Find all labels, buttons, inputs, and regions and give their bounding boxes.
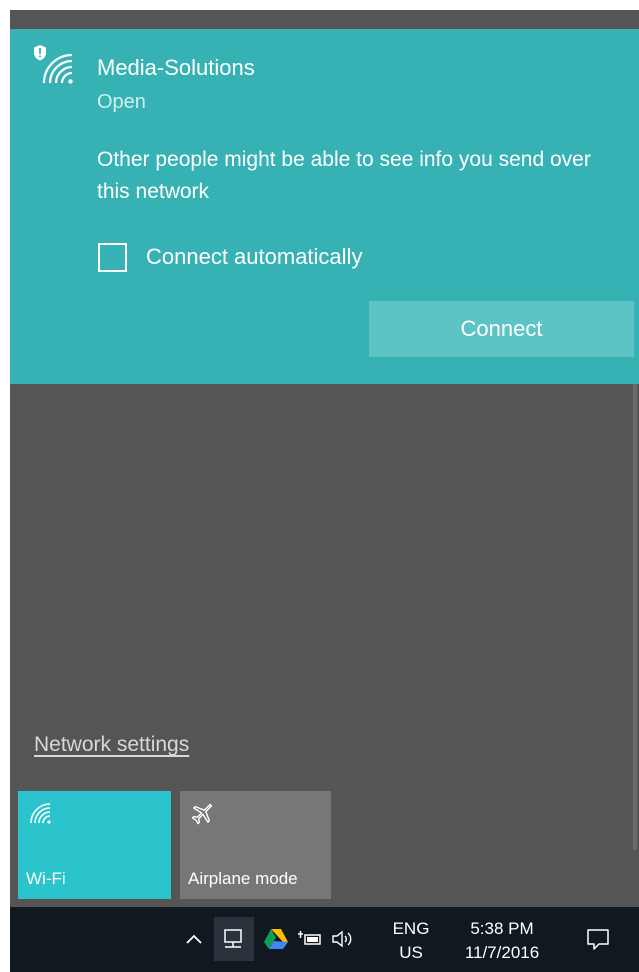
- network-settings-link[interactable]: Network settings: [34, 733, 189, 757]
- clock-time: 5:38 PM: [470, 919, 534, 938]
- google-drive-tray-button[interactable]: [261, 925, 291, 953]
- action-center-icon: [587, 929, 609, 950]
- airplane-mode-tile-label: Airplane mode: [188, 869, 298, 888]
- connect-automatically-checkbox[interactable]: Connect automatically: [98, 241, 362, 273]
- connect-automatically-label: Connect automatically: [146, 244, 363, 269]
- wifi-tile-label: Wi-Fi: [26, 869, 66, 888]
- taskbar: ENG US 5:38 PM 11/7/2016: [10, 907, 639, 972]
- checkbox-box[interactable]: [98, 242, 127, 272]
- wifi-secure-icon: [34, 45, 73, 84]
- network-icon: [224, 929, 242, 948]
- network-status: Open: [97, 91, 146, 113]
- clock[interactable]: 5:38 PM 11/7/2016: [456, 917, 548, 965]
- action-center-button[interactable]: [580, 921, 616, 957]
- connect-button[interactable]: Connect: [369, 301, 634, 357]
- network-flyout: Media-Solutions Open Other people might …: [10, 10, 639, 907]
- chevron-up-icon: [186, 934, 202, 944]
- volume-tray-button[interactable]: [328, 925, 358, 953]
- airplane-icon: [191, 803, 213, 825]
- volume-icon: [332, 930, 352, 948]
- wifi-icon: [30, 803, 51, 824]
- wifi-tile[interactable]: Wi-Fi: [18, 791, 171, 899]
- clock-date: 11/7/2016: [464, 943, 540, 962]
- language-region: US: [399, 943, 423, 962]
- battery-icon: [298, 931, 321, 945]
- network-tray-button[interactable]: [214, 917, 254, 961]
- language-code: ENG: [392, 919, 430, 938]
- security-warning-text: Other people might be able to see info y…: [97, 148, 591, 203]
- network-name: Media-Solutions: [97, 55, 255, 80]
- airplane-mode-tile[interactable]: Airplane mode: [180, 791, 331, 899]
- input-language-indicator[interactable]: ENG US: [388, 917, 434, 965]
- show-hidden-icons-button[interactable]: [182, 925, 206, 953]
- network-card: Media-Solutions Open Other people might …: [10, 29, 639, 384]
- google-drive-icon: [264, 929, 288, 949]
- battery-tray-button[interactable]: [295, 925, 325, 953]
